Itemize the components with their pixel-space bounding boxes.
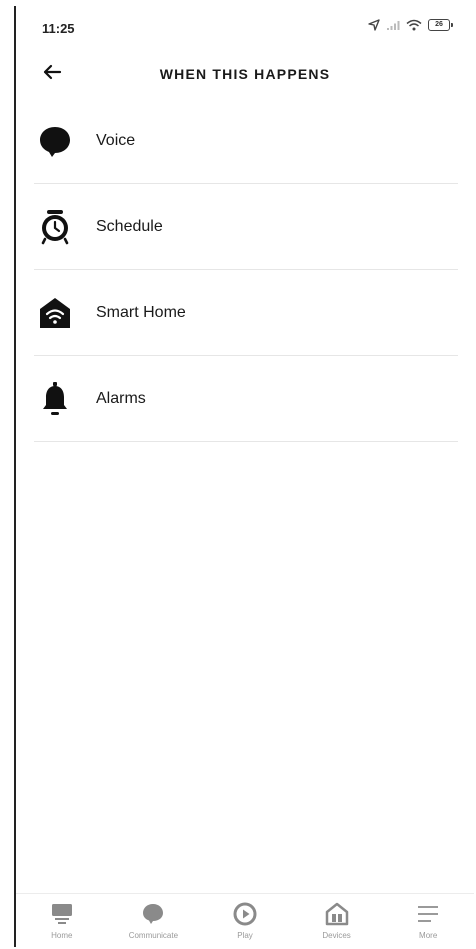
header: WHEN THIS HAPPENS [16,54,474,94]
battery-icon: 26 [428,19,453,31]
nav-item-home[interactable]: Home [16,894,108,947]
bottom-nav: Home Communicate Play Devices More [16,893,474,947]
speech-bubble-icon [37,123,73,159]
trigger-label: Smart Home [96,303,186,321]
app-frame: 11:25 26 WHEN THIS HAPPENS Voice Schedul… [14,6,474,947]
smart-home-icon [37,295,73,331]
trigger-item-schedule[interactable]: Schedule [34,184,458,270]
trigger-item-voice[interactable]: Voice [34,98,458,184]
nav-label: Home [51,931,73,940]
trigger-list: Voice Schedule Smart Home Alarms [34,98,458,442]
trigger-label: Alarms [96,389,146,407]
devices-icon [323,901,351,927]
page-title: WHEN THIS HAPPENS [159,66,331,82]
status-icons: 26 [368,19,453,31]
speech-bubble-icon [139,901,167,927]
nav-item-more[interactable]: More [382,894,474,947]
trigger-item-alarms[interactable]: Alarms [34,356,458,442]
nav-label: More [419,931,438,940]
home-icon [48,901,76,927]
trigger-label: Voice [96,131,136,149]
trigger-label: Schedule [96,217,163,235]
bell-icon [37,381,73,417]
trigger-item-smart-home[interactable]: Smart Home [34,270,458,356]
nav-label: Devices [322,931,351,940]
nav-item-communicate[interactable]: Communicate [108,894,200,947]
wifi-icon [406,19,422,31]
signal-icon [386,19,400,31]
menu-icon [414,901,442,927]
status-time: 11:25 [42,21,75,36]
nav-label: Play [237,931,253,940]
nav-label: Communicate [128,931,179,940]
nav-item-devices[interactable]: Devices [291,894,383,947]
location-arrow-icon [368,19,380,31]
play-icon [231,901,259,927]
alarm-clock-icon [37,209,73,245]
status-bar: 11:25 26 [16,6,474,46]
nav-item-play[interactable]: Play [199,894,291,947]
